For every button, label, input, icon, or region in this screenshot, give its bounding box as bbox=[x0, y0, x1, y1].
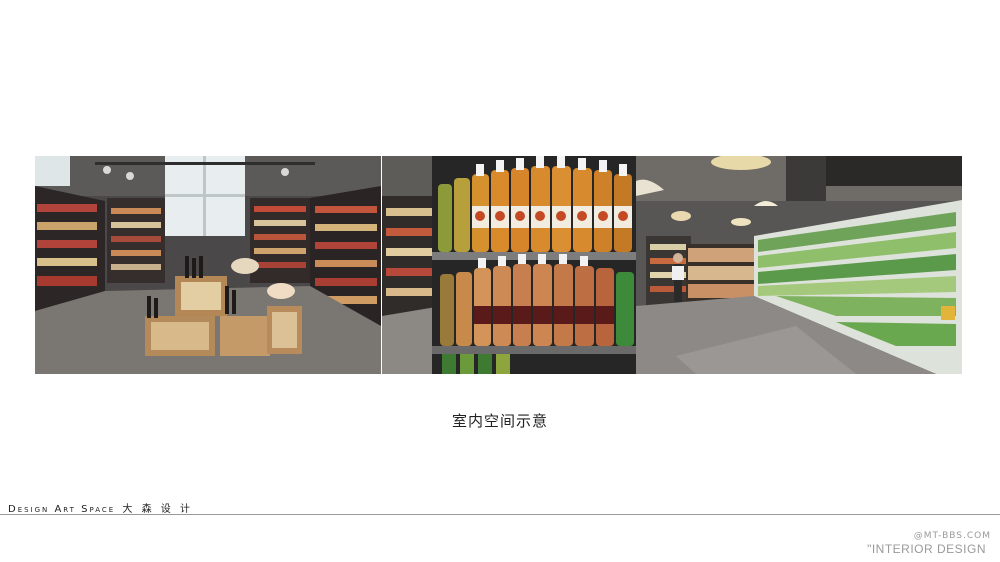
juice-bottle-shelf-photo bbox=[382, 156, 636, 374]
produce-refrigerator-aisle-photo bbox=[636, 156, 962, 374]
footer-divider bbox=[0, 514, 1000, 515]
watermark-label: "INTERIOR DESIGN bbox=[867, 542, 986, 556]
supermarket-wine-display-photo bbox=[35, 156, 381, 374]
photo-strip bbox=[35, 156, 962, 374]
watermark-site: @MT-BBS.COM bbox=[913, 531, 991, 541]
page-caption: 室内空间示意 bbox=[451, 412, 548, 430]
brand-footer: Design Art Space 大 森 设 计 bbox=[8, 500, 193, 515]
